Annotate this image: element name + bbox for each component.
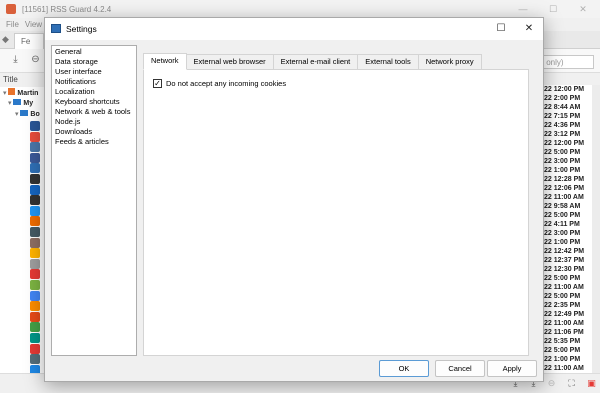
feed-icon[interactable]	[30, 121, 40, 131]
feed-icon[interactable]	[30, 195, 40, 206]
tab-external-tools[interactable]: External tools	[358, 54, 419, 70]
tree-item-account[interactable]: ▾ Martin	[3, 88, 38, 99]
fullscreen-icon[interactable]: ⛶	[566, 378, 577, 389]
tab-network-proxy[interactable]: Network proxy	[418, 54, 482, 70]
feed-icon[interactable]	[30, 163, 40, 174]
feed-icon[interactable]	[30, 322, 40, 333]
menu-file[interactable]: File	[6, 20, 19, 29]
maximize-icon[interactable]: ☐	[487, 18, 515, 40]
cancel-button[interactable]: Cancel	[435, 360, 485, 377]
feed-tree[interactable]: ▾ Martin ▾ My ▾ Bo	[0, 87, 44, 386]
stop-status-icon[interactable]: ⊖	[546, 378, 557, 389]
minimize-icon[interactable]: —	[508, 0, 538, 18]
feed-icon[interactable]	[30, 216, 40, 227]
feed-icon[interactable]	[30, 174, 40, 184]
apply-button[interactable]: Apply	[487, 360, 537, 377]
feed-icon[interactable]	[30, 343, 40, 354]
tab-menu-icon[interactable]: ◆	[2, 34, 12, 46]
feed-icon[interactable]	[30, 280, 40, 290]
feed-icon[interactable]	[30, 248, 40, 259]
cookie-checkbox-row[interactable]: ✓ Do not accept any incoming cookies	[153, 79, 286, 88]
stop-icon[interactable]: ⊖	[29, 54, 42, 67]
settings-category-list[interactable]: General Data storage User interface Noti…	[51, 45, 137, 356]
feed-icon[interactable]	[30, 301, 40, 312]
ok-button[interactable]: OK	[379, 360, 429, 377]
tree-item-subcategory[interactable]: ▾ Bo	[15, 110, 40, 121]
main-window-title: [11561] RSS Guard 4.2.4	[22, 4, 112, 14]
feed-icon[interactable]	[30, 184, 40, 195]
cookie-checkbox-label[interactable]: Do not accept any incoming cookies	[166, 79, 286, 88]
tree-item-category[interactable]: ▾ My	[8, 99, 33, 110]
feed-icon[interactable]	[30, 152, 40, 163]
tab-external-web-browser[interactable]: External web browser	[186, 54, 274, 70]
download-icon[interactable]: ⤓	[9, 54, 22, 67]
close-icon[interactable]: ✕	[515, 18, 543, 40]
cookie-checkbox[interactable]: ✓	[153, 79, 162, 88]
main-window-titlebar: [11561] RSS Guard 4.2.4 — ☐ ✕	[0, 0, 600, 18]
category-localization[interactable]: Localization	[52, 87, 136, 97]
category-user-interface[interactable]: User interface	[52, 67, 136, 77]
feed-icon[interactable]	[30, 131, 40, 142]
category-notifications[interactable]: Notifications	[52, 77, 136, 87]
settings-dialog: Settings ☐ ✕ General Data storage User i…	[44, 17, 544, 382]
settings-window-icon	[51, 24, 61, 33]
category-keyboard-shortcuts[interactable]: Keyboard shortcuts	[52, 97, 136, 107]
feed-icon[interactable]	[30, 333, 40, 343]
settings-titlebar: Settings ☐ ✕	[45, 18, 543, 40]
network-tab-pane: ✓ Do not accept any incoming cookies	[143, 69, 529, 356]
article-list-scrollbar[interactable]	[592, 85, 600, 373]
category-nodejs[interactable]: Node.js	[52, 117, 136, 127]
article-search-input[interactable]: k only)	[536, 55, 594, 69]
feed-icon[interactable]	[30, 142, 40, 153]
maximize-icon[interactable]: ☐	[538, 0, 568, 18]
category-network-web-tools[interactable]: Network & web & tools	[52, 107, 136, 117]
feed-icon[interactable]	[30, 237, 40, 248]
settings-title: Settings	[66, 24, 97, 34]
close-icon[interactable]: ✕	[568, 0, 598, 18]
feed-icon[interactable]	[30, 227, 40, 237]
feed-icon[interactable]	[30, 290, 40, 301]
category-data-storage[interactable]: Data storage	[52, 57, 136, 67]
tab-feeds[interactable]: Fe	[14, 33, 44, 49]
settings-tabbar: Network External web browser External e-…	[143, 53, 482, 70]
feed-icon[interactable]	[30, 354, 40, 365]
close-tab-icon[interactable]: ▣	[586, 378, 597, 389]
rssguard-app-icon	[6, 4, 16, 14]
feed-icon[interactable]	[30, 258, 40, 269]
tab-external-email-client[interactable]: External e-mail client	[273, 54, 359, 70]
feed-icon[interactable]	[30, 269, 40, 280]
feed-tree-header[interactable]: Title	[0, 75, 44, 87]
feed-icon[interactable]	[30, 205, 40, 216]
category-downloads[interactable]: Downloads	[52, 127, 136, 137]
tab-network[interactable]: Network	[143, 53, 187, 70]
category-general[interactable]: General	[52, 47, 136, 57]
feed-icon[interactable]	[30, 311, 40, 322]
menu-view[interactable]: View	[25, 20, 42, 29]
category-feeds-articles[interactable]: Feeds & articles	[52, 137, 136, 147]
